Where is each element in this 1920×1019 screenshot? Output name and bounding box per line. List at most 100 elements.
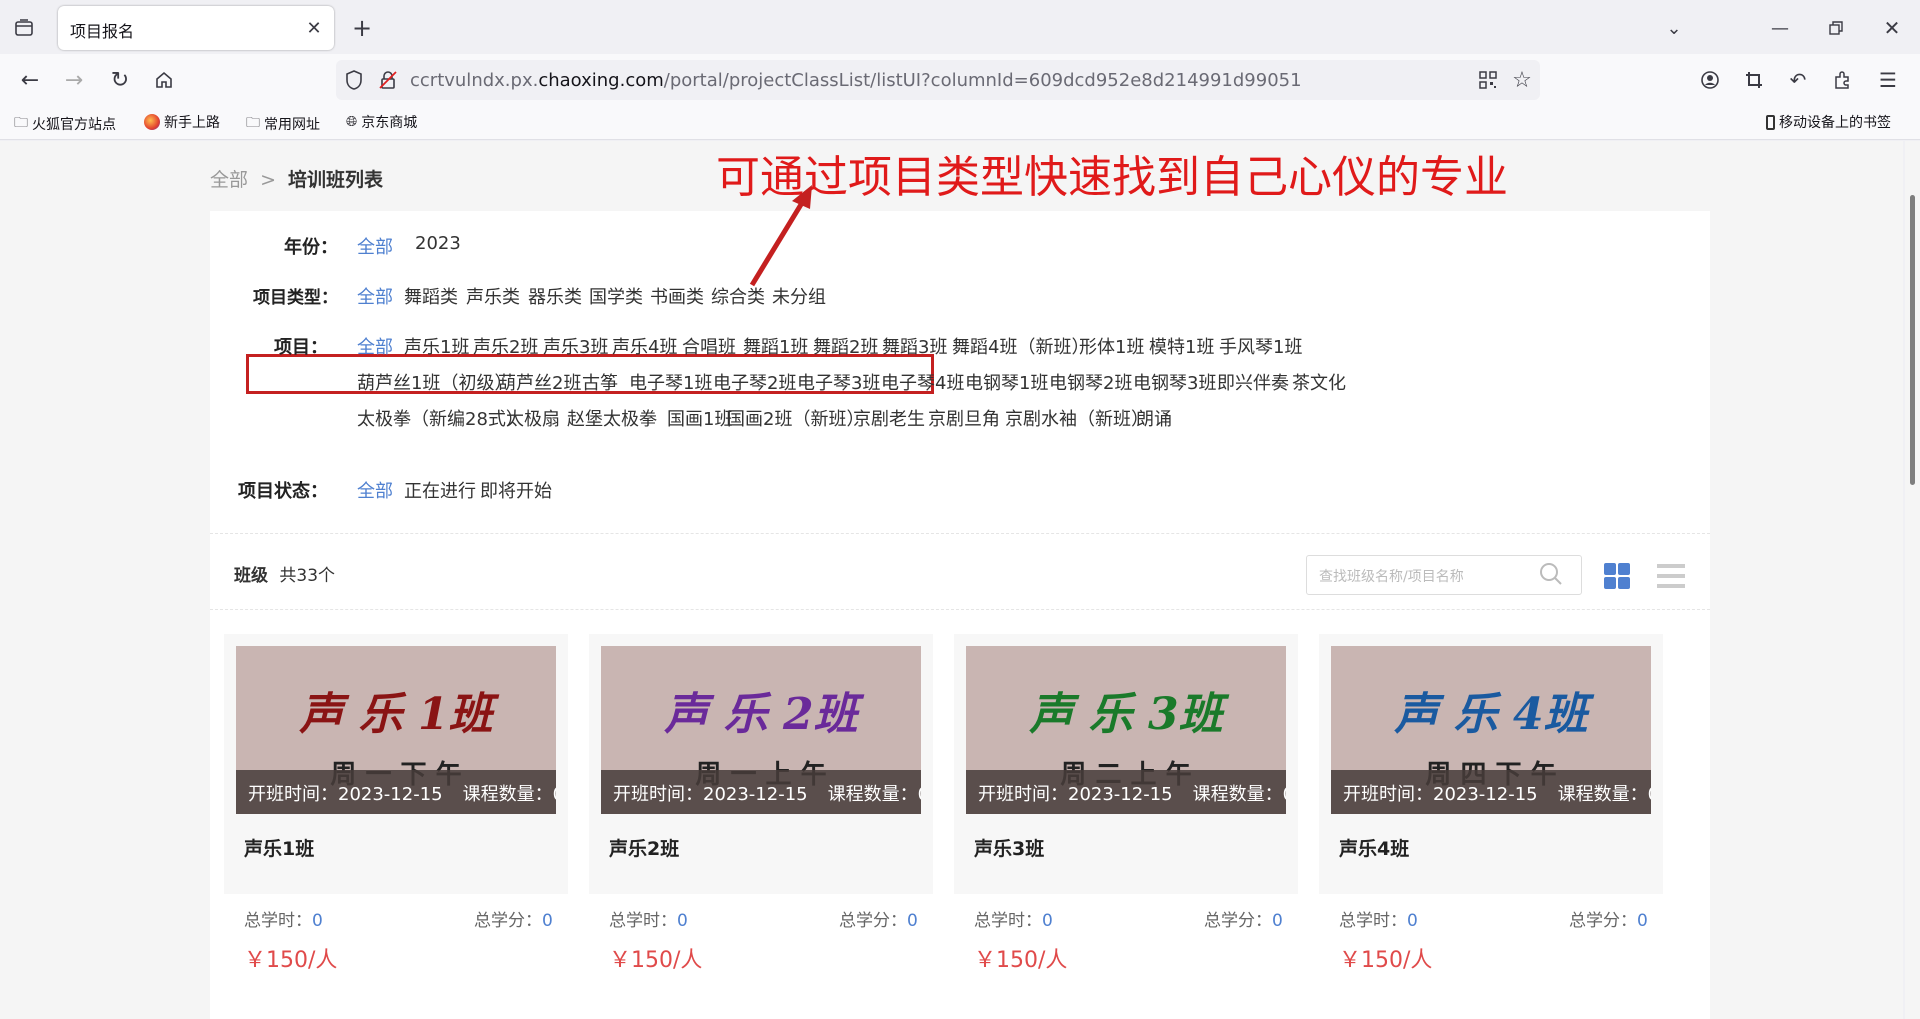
type-option[interactable]: 器乐类 — [528, 283, 582, 309]
type-option[interactable]: 舞蹈类 — [404, 283, 458, 309]
project-option[interactable]: 声乐2班 — [473, 333, 538, 359]
scrollbar[interactable] — [1905, 141, 1920, 1019]
extensions-icon[interactable] — [1830, 68, 1854, 92]
class-card-image[interactable]: 声 乐 4班周 四 下 午开班时间：2023-12-15课程数量：0 — [1331, 646, 1651, 814]
project-option[interactable]: 茶文化 — [1292, 369, 1346, 395]
minimize-icon[interactable]: — — [1766, 14, 1794, 42]
course-label: 课程数量： — [1192, 784, 1283, 805]
project-option[interactable]: 舞蹈1班 — [743, 333, 808, 359]
tab-list-icon[interactable] — [12, 16, 36, 40]
total-credits: 总学分：0 — [1569, 906, 1648, 931]
back-icon[interactable]: ← — [16, 66, 44, 94]
undo-icon[interactable]: ↶ — [1786, 68, 1810, 92]
total-hours: 总学时：0 — [1339, 906, 1418, 931]
project-option[interactable]: 声乐4班 — [612, 333, 677, 359]
insecure-lock-icon[interactable] — [376, 68, 400, 92]
project-option[interactable]: 朗诵 — [1136, 405, 1172, 431]
project-option[interactable]: 太极拳（新编28式） — [357, 405, 524, 431]
project-option[interactable]: 电子琴4班 — [881, 369, 964, 395]
project-option[interactable]: 声乐1班 — [404, 333, 469, 359]
type-option[interactable]: 国学类 — [589, 283, 643, 309]
project-option[interactable]: 京剧水袖（新班） — [1005, 405, 1149, 431]
search-icon[interactable] — [1538, 561, 1564, 587]
bookmark-star-icon[interactable]: ☆ — [1510, 68, 1534, 93]
project-option[interactable]: 赵堡太极拳 — [567, 405, 657, 431]
restore-icon[interactable] — [1822, 14, 1850, 42]
home-icon[interactable] — [150, 66, 178, 94]
reload-icon[interactable]: ↻ — [106, 66, 134, 94]
list-view-icon[interactable] — [1656, 561, 1686, 591]
class-card[interactable]: 声 乐 4班周 四 下 午开班时间：2023-12-15课程数量：0 声乐4班总学… — [1319, 634, 1663, 973]
project-option[interactable]: 手风琴1班 — [1219, 333, 1302, 359]
project-option[interactable]: 电子琴2班 — [713, 369, 796, 395]
mobile-bookmarks[interactable]: 移动设备上的书签 — [1766, 112, 1891, 132]
class-name[interactable]: 声乐4班 — [1339, 834, 1409, 861]
bookmark-item[interactable]: 🌐︎ 京东商城 — [346, 112, 417, 132]
project-option[interactable]: 舞蹈3班 — [882, 333, 947, 359]
status-option[interactable]: 全部 — [357, 477, 393, 503]
class-card-image[interactable]: 声 乐 1班周 一 下 午开班时间：2023-12-15课程数量：0 — [236, 646, 556, 814]
project-option[interactable]: 电子琴1班 — [629, 369, 712, 395]
class-card[interactable]: 声 乐 2班周 一 上 午开班时间：2023-12-15课程数量：0声乐2班总学… — [589, 634, 933, 973]
forward-icon[interactable]: → — [60, 66, 88, 94]
close-window-icon[interactable]: ✕ — [1878, 14, 1906, 42]
project-option[interactable]: 京剧旦角 — [928, 405, 1000, 431]
class-card[interactable]: 声 乐 1班周 一 下 午开班时间：2023-12-15课程数量：0声乐1班总学… — [224, 634, 568, 973]
project-option[interactable]: 全部 — [357, 333, 393, 359]
class-card-image[interactable]: 声 乐 3班周 二 上 午开班时间：2023-12-15课程数量：0 — [966, 646, 1286, 814]
close-tab-icon[interactable]: ✕ — [302, 16, 326, 40]
active-tab[interactable]: 项目报名 ✕ — [58, 6, 334, 50]
shield-icon[interactable] — [342, 68, 366, 92]
class-name[interactable]: 声乐1班 — [244, 834, 314, 861]
class-name[interactable]: 声乐3班 — [974, 834, 1044, 861]
project-option[interactable]: 合唱班 — [682, 333, 736, 359]
project-option[interactable]: 声乐3班 — [543, 333, 608, 359]
qr-code-icon[interactable] — [1476, 68, 1500, 92]
bookmark-item[interactable]: 🗀 火狐官方站点 — [14, 112, 116, 136]
project-option[interactable]: 京剧老生 — [853, 405, 925, 431]
status-option[interactable]: 即将开始 — [480, 477, 552, 503]
scrollbar-thumb[interactable] — [1910, 195, 1915, 485]
project-option[interactable]: 太极扇 — [506, 405, 560, 431]
bookmark-item[interactable]: 🗀 常用网址 — [246, 112, 320, 136]
grid-view-icon[interactable] — [1602, 561, 1632, 591]
class-card[interactable]: 声 乐 3班周 二 上 午开班时间：2023-12-15课程数量：0声乐3班总学… — [954, 634, 1298, 973]
project-option[interactable]: 即兴伴奏 — [1217, 369, 1289, 395]
url-text[interactable]: ccrtvulndx.px.chaoxing.com/portal/projec… — [410, 70, 1302, 91]
project-option[interactable]: 古筝 — [582, 369, 618, 395]
course-label: 课程数量： — [827, 784, 918, 805]
project-option[interactable]: 舞蹈4班（新班） — [952, 333, 1089, 359]
new-tab-icon[interactable]: + — [348, 14, 376, 42]
project-option[interactable]: 葫芦丝2班 — [498, 369, 581, 395]
project-option[interactable]: 电子琴3班 — [797, 369, 880, 395]
project-option[interactable]: 国画2班（新班） — [727, 405, 864, 431]
project-option[interactable]: 葫芦丝1班（初级） — [357, 369, 512, 395]
browser-tab-bar: 项目报名 ✕ + ⌄ — ✕ — [0, 0, 1920, 54]
list-all-tabs-icon[interactable]: ⌄ — [1660, 14, 1688, 42]
type-option[interactable]: 声乐类 — [466, 283, 520, 309]
type-option[interactable]: 全部 — [357, 283, 393, 309]
project-option[interactable]: 舞蹈2班 — [813, 333, 878, 359]
project-option[interactable]: 电钢琴3班 — [1133, 369, 1216, 395]
menu-icon[interactable]: ☰ — [1876, 68, 1900, 92]
hours-value: 0 — [312, 911, 323, 931]
card-banner-title: 声 乐 3班 — [1029, 689, 1223, 740]
project-option[interactable]: 电钢琴2班 — [1049, 369, 1132, 395]
class-card-image[interactable]: 声 乐 2班周 一 上 午开班时间：2023-12-15课程数量：0 — [601, 646, 921, 814]
breadcrumb-root[interactable]: 全部 — [210, 169, 248, 191]
screenshot-crop-icon[interactable] — [1742, 68, 1766, 92]
year-option[interactable]: 全部 — [357, 233, 393, 259]
project-option[interactable]: 模特1班 — [1149, 333, 1214, 359]
account-icon[interactable] — [1698, 68, 1722, 92]
project-option[interactable]: 国画1班 — [667, 405, 732, 431]
class-name[interactable]: 声乐2班 — [609, 834, 679, 861]
bookmark-item[interactable]: 新手上路 — [144, 112, 220, 132]
type-filter-label: 项目类型： — [253, 288, 338, 308]
project-option[interactable]: 电钢琴1班 — [965, 369, 1048, 395]
annotation-arrow — [749, 185, 812, 287]
project-option[interactable]: 形体1班 — [1079, 333, 1144, 359]
globe-icon: 🌐︎ — [346, 114, 358, 130]
type-option[interactable]: 书画类 — [650, 283, 704, 309]
year-option[interactable]: 2023 — [415, 233, 461, 254]
status-option[interactable]: 正在进行 — [404, 477, 476, 503]
